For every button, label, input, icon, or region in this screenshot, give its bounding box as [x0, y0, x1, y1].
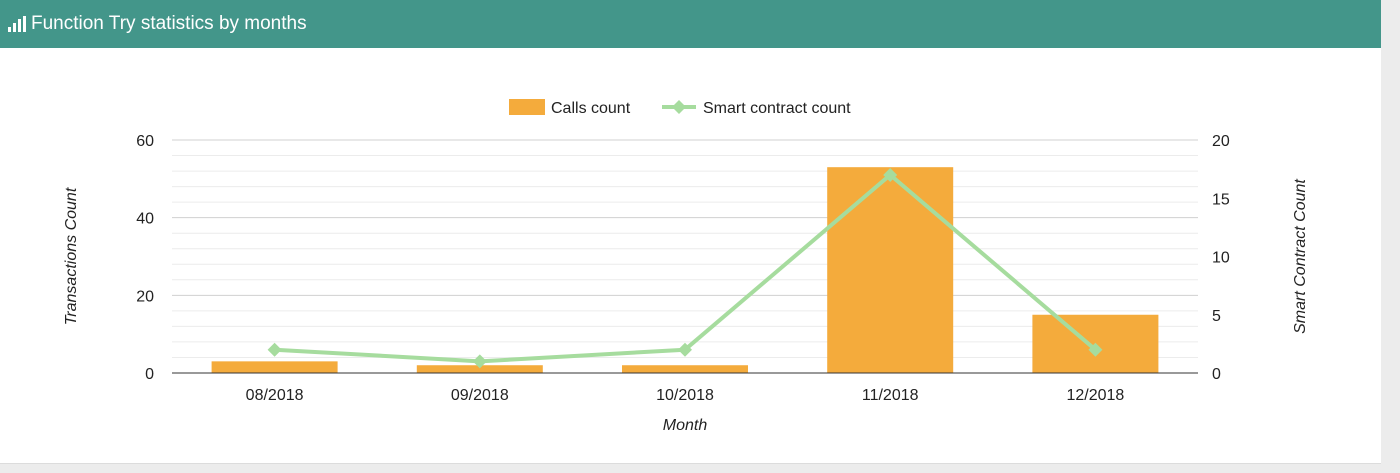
line-point-08-2018	[267, 342, 282, 357]
bar-08-2018	[211, 361, 338, 373]
y-left-axis-title: Transactions Count	[63, 187, 80, 325]
line-series	[267, 167, 1103, 369]
legend-swatch-calls	[509, 99, 545, 115]
y-left-tick-label: 20	[136, 288, 154, 305]
panel-header: Function Try statistics by months	[0, 0, 1381, 48]
panel-title: Function Try statistics by months	[31, 13, 307, 34]
y-right-tick-label: 10	[1212, 250, 1230, 267]
bar-11-2018	[827, 167, 954, 373]
x-tick-label: 11/2018	[862, 387, 919, 404]
x-tick-label: 12/2018	[1066, 387, 1124, 404]
y-right-tick-label: 20	[1212, 133, 1230, 150]
chart-legend: Calls count Smart contract count	[509, 99, 851, 117]
legend-marker-smart-contract	[672, 100, 686, 114]
combo-chart: Calls count Smart contract count 02040600…	[63, 99, 1309, 434]
legend-label-calls: Calls count	[551, 100, 631, 117]
bar-chart-icon	[8, 16, 26, 32]
y-right-tick-label: 15	[1212, 191, 1230, 208]
smart-contract-line	[274, 172, 1097, 364]
x-tick-label: 10/2018	[656, 387, 714, 404]
y-right-tick-label: 5	[1212, 308, 1221, 325]
x-axis-title: Month	[663, 417, 708, 434]
x-tick-label: 08/2018	[246, 387, 304, 404]
x-tick-label: 09/2018	[451, 387, 509, 404]
chart-panel: Function Try statistics by months Calls …	[0, 0, 1381, 464]
y-left-tick-label: 0	[145, 366, 154, 383]
bar-10-2018	[622, 365, 748, 373]
chart-axes: 0 20 40 60 0 5 10 15 20 08/2018 09/2018 10/2018 11/2…	[63, 133, 1309, 434]
y-right-tick-label: 0	[1212, 366, 1221, 383]
y-left-tick-label: 60	[136, 133, 154, 150]
legend-label-smart-contract: Smart contract count	[703, 100, 851, 117]
y-left-tick-label: 40	[136, 211, 154, 228]
chart-area: Calls count Smart contract count 0 20 40 60 0…	[0, 48, 1381, 464]
y-right-axis-title: Smart Contract Count	[1292, 179, 1309, 334]
